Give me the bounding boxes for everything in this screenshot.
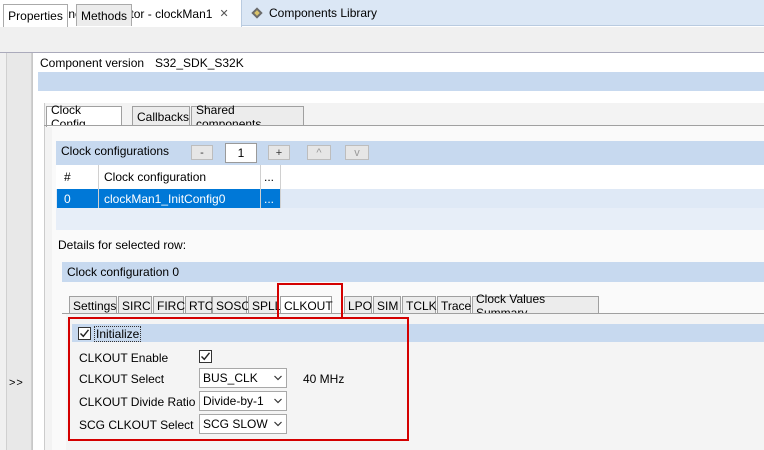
- table-empty-area: [56, 208, 764, 230]
- tab-methods-label: Methods: [80, 8, 128, 23]
- tab-tclk[interactable]: TCLK: [402, 296, 437, 314]
- tab-label: Trace: [441, 298, 472, 313]
- left-collapse-bar-inner: [6, 53, 32, 450]
- plus-glyph: +: [275, 146, 283, 159]
- details-label: Details for selected row:: [58, 238, 187, 252]
- tab-label: SOSC: [216, 298, 251, 313]
- clock-configurations-label: Clock configurations: [61, 144, 170, 158]
- config-count-field[interactable]: 1: [225, 143, 257, 163]
- tab-label: SIM: [377, 298, 399, 313]
- tab-sim[interactable]: SIM: [373, 296, 401, 314]
- tab-clock-values-summary[interactable]: Clock Values Summary: [472, 292, 599, 320]
- library-chip-icon: [250, 6, 264, 20]
- expand-button[interactable]: >>: [9, 376, 24, 390]
- move-up-button[interactable]: ^: [307, 145, 331, 160]
- row-index[interactable]: 0: [64, 192, 71, 206]
- tab-properties[interactable]: Properties: [3, 4, 68, 27]
- column-header-index[interactable]: #: [64, 170, 71, 184]
- tab-shared-components[interactable]: Shared components: [191, 103, 304, 131]
- tab-properties-label: Properties: [8, 9, 63, 23]
- tab-rtc[interactable]: RTC: [185, 296, 214, 314]
- component-version-value: S32_SDK_S32K: [155, 56, 244, 70]
- config-count-value: 1: [237, 146, 245, 160]
- column-divider: [280, 165, 281, 208]
- minus-glyph: -: [200, 146, 204, 159]
- add-config-button[interactable]: +: [268, 145, 290, 160]
- tab-label: Components Library: [269, 6, 378, 20]
- column-divider: [98, 165, 99, 208]
- up-glyph: ^: [316, 146, 322, 159]
- tab-clock-config[interactable]: Clock Config: [46, 103, 122, 131]
- view-tab-bar: [0, 27, 764, 53]
- row-config-name[interactable]: clockMan1_InitConfig0: [104, 192, 225, 206]
- tab-settings[interactable]: Settings: [69, 296, 117, 314]
- move-down-button[interactable]: v: [345, 145, 369, 160]
- down-glyph: v: [354, 146, 360, 159]
- tab-lpo[interactable]: LPO: [344, 296, 372, 314]
- remove-config-button[interactable]: -: [191, 145, 213, 160]
- tab-label: RTC: [189, 298, 214, 313]
- tab-label: Settings: [73, 298, 117, 313]
- component-version-label: Component version: [40, 56, 145, 70]
- tab-label: FIRC: [157, 298, 185, 313]
- tab-trace[interactable]: Trace: [437, 296, 471, 314]
- tab-callbacks[interactable]: Callbacks: [132, 106, 190, 126]
- highlight-box-clkout-tab: [277, 283, 343, 319]
- close-icon[interactable]: ✕: [219, 7, 228, 20]
- tab-label: SIRC: [122, 298, 151, 313]
- clock-configuration-title: Clock configuration 0: [67, 265, 180, 279]
- tab-label: LPO: [348, 298, 373, 313]
- column-header-config[interactable]: Clock configuration: [104, 170, 206, 184]
- tab-sirc[interactable]: SIRC: [118, 296, 152, 314]
- tab-label: TCLK: [406, 298, 437, 313]
- column-header-more[interactable]: ...: [264, 170, 274, 184]
- tab-sosc[interactable]: SOSC: [212, 296, 251, 314]
- tab-firc[interactable]: FIRC: [153, 296, 185, 314]
- tab-methods[interactable]: Methods: [76, 4, 132, 26]
- section-strip: [38, 72, 764, 91]
- tab-callbacks-label: Callbacks: [137, 109, 190, 124]
- column-divider: [260, 165, 261, 208]
- tab-spll[interactable]: SPLL: [248, 296, 281, 314]
- row-more-button[interactable]: ...: [264, 192, 274, 206]
- tab-components-library[interactable]: Components Library: [244, 0, 394, 26]
- highlight-box-clkout-settings: [68, 317, 409, 441]
